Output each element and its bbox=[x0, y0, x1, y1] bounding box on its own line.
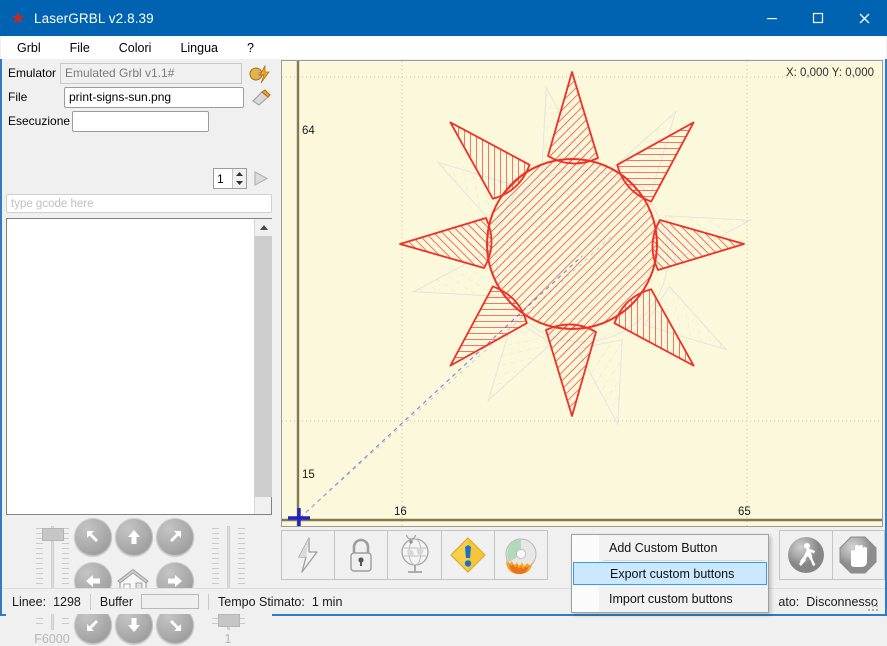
toolbar-left-group bbox=[281, 530, 548, 580]
execution-row: Esecuzione bbox=[8, 110, 270, 132]
preview-render bbox=[282, 61, 882, 526]
emulator-label: Emulator bbox=[8, 66, 57, 80]
emulator-value[interactable]: Emulated Grbl v1.1# bbox=[60, 62, 242, 84]
menu-colori[interactable]: Colori bbox=[117, 39, 154, 57]
stop-button[interactable] bbox=[831, 531, 885, 579]
axis-label-x-left: 16 bbox=[394, 506, 407, 518]
window-controls bbox=[749, 0, 887, 36]
execution-label: Esecuzione bbox=[8, 114, 71, 128]
axis-label-x-right: 65 bbox=[738, 506, 751, 518]
coordinate-readout: X: 0,000 Y: 0,000 bbox=[785, 67, 874, 79]
spinner-up-icon[interactable] bbox=[233, 169, 246, 178]
menu-grbl[interactable]: Grbl bbox=[15, 39, 43, 57]
lock-button[interactable] bbox=[334, 531, 387, 579]
file-value[interactable]: print-signs-sun.png bbox=[64, 86, 244, 108]
jog-up-left-button[interactable] bbox=[74, 518, 112, 556]
scroll-up-icon[interactable] bbox=[255, 219, 272, 236]
gcode-log-scrollbar[interactable] bbox=[254, 219, 272, 514]
lines-value: 1298 bbox=[53, 594, 81, 609]
menu-file[interactable]: File bbox=[68, 39, 92, 57]
gcode-input-placeholder: type gcode here bbox=[11, 197, 94, 210]
repeat-spinner[interactable]: 1 bbox=[213, 168, 247, 189]
unlock-lightning-button[interactable] bbox=[282, 531, 334, 579]
left-panel: Emulator Emulated Grbl v1.1# File print-… bbox=[2, 60, 274, 646]
toolbar-right-group bbox=[779, 530, 885, 580]
time-label: Tempo Stimato: bbox=[218, 594, 305, 609]
app-logo-icon bbox=[10, 10, 26, 26]
burning-disc-icon bbox=[505, 538, 537, 574]
gcode-log-list[interactable] bbox=[6, 218, 272, 515]
jog-panel: F6000 1 bbox=[6, 518, 272, 646]
file-row: File print-signs-sun.png bbox=[8, 86, 270, 108]
time-value: 1 min bbox=[311, 594, 343, 609]
state-label: ato: bbox=[778, 594, 800, 609]
spinner-down-icon[interactable] bbox=[233, 178, 246, 187]
lines-label: Linee: bbox=[12, 594, 47, 609]
custom-buttons-context-menu: Add Custom Button Export custom buttons … bbox=[571, 534, 769, 613]
repeat-value: 1 bbox=[217, 172, 224, 186]
burn-button[interactable] bbox=[493, 531, 547, 579]
menu-bar: Grbl File Colori Lingua ? bbox=[1, 36, 886, 59]
jog-up-right-button[interactable] bbox=[156, 518, 194, 556]
close-button[interactable] bbox=[841, 0, 887, 36]
preview-canvas[interactable]: 64 15 16 65 X: 0,000 Y: 0,000 bbox=[282, 61, 882, 526]
jog-up-button[interactable] bbox=[115, 518, 153, 556]
gcode-input[interactable]: type gcode here bbox=[6, 194, 272, 213]
padlock-icon bbox=[350, 538, 372, 572]
sun-artwork bbox=[399, 71, 745, 417]
window-title: LaserGRBL v2.8.39 bbox=[34, 10, 154, 26]
menu-lingua[interactable]: Lingua bbox=[178, 39, 220, 57]
globe-pin-icon bbox=[400, 535, 429, 573]
minimize-button[interactable] bbox=[749, 0, 795, 36]
context-menu-separator bbox=[603, 560, 765, 561]
buffer-progress-bar bbox=[141, 594, 199, 609]
buffer-label: Buffer bbox=[99, 594, 133, 609]
maximize-button[interactable] bbox=[795, 0, 841, 36]
preview-panel[interactable]: 64 15 16 65 X: 0,000 Y: 0,000 bbox=[281, 60, 883, 527]
axis-label-y-top: 64 bbox=[302, 125, 315, 137]
set-zero-globe-button[interactable] bbox=[387, 531, 440, 579]
menu-item-import-custom-buttons[interactable]: Import custom buttons bbox=[573, 587, 767, 610]
scrollbar-thumb[interactable] bbox=[255, 236, 272, 497]
stop-hand-icon bbox=[839, 536, 877, 574]
open-file-pencil-icon[interactable] bbox=[250, 89, 272, 107]
jog-pad bbox=[74, 518, 204, 644]
title-bar: LaserGRBL v2.8.39 bbox=[0, 0, 887, 36]
connect-plug-icon[interactable] bbox=[247, 64, 273, 84]
menu-item-export-custom-buttons[interactable]: Export custom buttons bbox=[573, 562, 767, 585]
menu-item-add-custom-button[interactable]: Add Custom Button bbox=[573, 536, 767, 559]
walking-person-icon bbox=[787, 537, 824, 573]
alarm-button[interactable] bbox=[440, 531, 494, 579]
file-label: File bbox=[8, 90, 28, 104]
warning-diamond-icon bbox=[449, 537, 486, 573]
execution-progress-field bbox=[72, 110, 209, 132]
emulator-row: Emulator Emulated Grbl v1.1# bbox=[8, 62, 270, 84]
run-button[interactable] bbox=[780, 531, 832, 579]
resize-grip[interactable] bbox=[868, 598, 881, 611]
play-triangle-icon[interactable] bbox=[252, 168, 272, 189]
step-value: 1 bbox=[224, 632, 232, 646]
lasergrbl-window: LaserGRBL v2.8.39 Grbl File Colori Lingu… bbox=[0, 0, 887, 646]
lightning-bolt-icon bbox=[298, 537, 318, 573]
menu-help[interactable]: ? bbox=[245, 39, 256, 57]
power-value: F6000 bbox=[34, 632, 70, 646]
axis-label-y-bottom: 15 bbox=[302, 469, 315, 481]
